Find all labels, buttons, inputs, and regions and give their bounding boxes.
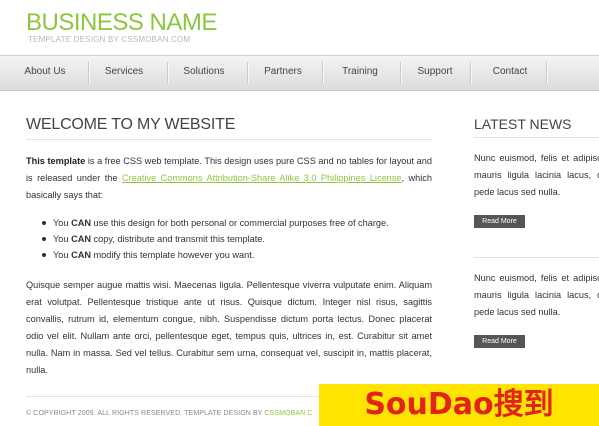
sidebar-divider: [474, 137, 599, 138]
news-divider: [474, 257, 599, 258]
nav-divider: [88, 62, 89, 84]
site-header: BUSINESS NAME TEMPLATE DESIGN BY CSSMOBA…: [0, 0, 599, 55]
site-tagline: TEMPLATE DESIGN BY CSSMOBAN.COM: [28, 35, 191, 44]
footer-link[interactable]: CSSMOBAN.C: [264, 410, 312, 417]
title-divider: [26, 139, 432, 140]
nav-divider: [167, 62, 168, 84]
intro-bold: This template: [26, 156, 86, 166]
nav-divider: [546, 62, 547, 84]
nav-about-us[interactable]: About Us: [14, 56, 76, 90]
nav-divider: [470, 62, 471, 84]
nav-divider: [247, 62, 248, 84]
footer-divider: [26, 396, 326, 397]
footer-copyright: © COPYRIGHT 2009. ALL RIGHTS RESERVED. T…: [26, 410, 313, 417]
nav-divider: [322, 62, 323, 84]
news-item-text: Nunc euismod, felis et adipiscing mauris…: [474, 153, 599, 197]
nav-solutions[interactable]: Solutions: [174, 56, 234, 90]
license-link[interactable]: Creative Commons Attribution-Share Alike…: [122, 173, 402, 183]
site-logo-name[interactable]: BUSINESS NAME: [26, 9, 217, 37]
main-nav: About Us Services Solutions Partners Tra…: [0, 55, 599, 91]
news-item-text: Nunc euismod, felis et adipiscing mauris…: [474, 273, 599, 317]
page-title: WELCOME TO MY WEBSITE: [26, 116, 236, 133]
list-item: You CAN modify this template however you…: [41, 247, 431, 263]
nav-support[interactable]: Support: [405, 56, 465, 90]
read-more-button[interactable]: Read More: [474, 215, 525, 228]
list-item: You CAN use this design for both persona…: [41, 215, 431, 231]
nav-training[interactable]: Training: [330, 56, 390, 90]
sidebar-title: LATEST NEWS: [474, 116, 572, 132]
nav-divider: [400, 62, 401, 84]
nav-partners[interactable]: Partners: [253, 56, 313, 90]
body-paragraph: Quisque semper augue mattis wisi. Maecen…: [26, 280, 432, 375]
read-more-button[interactable]: Read More: [474, 335, 525, 348]
list-item: You CAN copy, distribute and transmit th…: [41, 231, 431, 247]
nav-contact[interactable]: Contact: [480, 56, 540, 90]
rights-list: You CAN use this design for both persona…: [41, 215, 431, 263]
nav-services[interactable]: Services: [94, 56, 154, 90]
soudao-watermark: SouDao搜到: [319, 384, 599, 426]
intro-paragraph: This template is a free CSS web template…: [26, 153, 432, 204]
